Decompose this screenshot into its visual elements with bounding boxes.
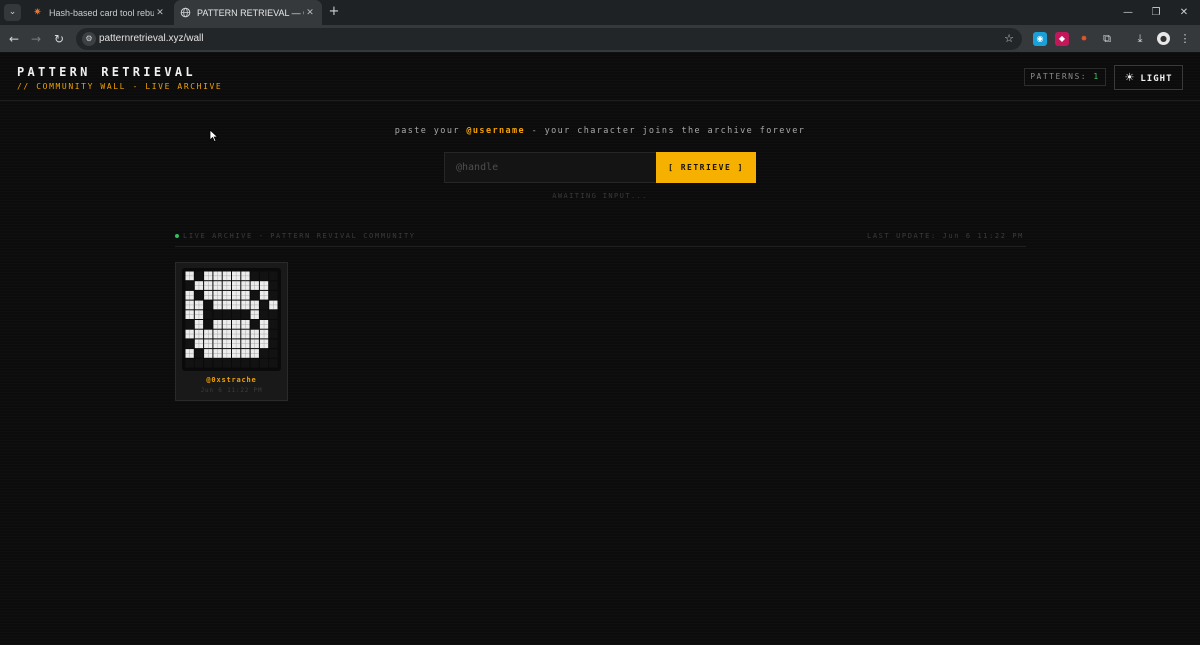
theme-toggle-button[interactable]: ☀ LIGHT (1114, 65, 1183, 90)
live-indicator-dot (175, 234, 179, 238)
site-header: PATTERN RETRIEVAL // COMMUNITY WALL - LI… (0, 54, 1200, 101)
pattern-grid (185, 271, 278, 368)
window-close-icon[interactable]: ✕ (1170, 0, 1198, 25)
site-info-icon[interactable]: ⚙ (82, 32, 96, 46)
pattern-cell (222, 358, 231, 368)
patterns-count-label: PATTERNS: (1030, 72, 1088, 81)
back-button[interactable]: ← (5, 30, 23, 48)
close-icon[interactable]: ✕ (304, 7, 316, 18)
pattern-cell (259, 310, 269, 319)
retrieve-button[interactable]: [ RETRIEVE ] (656, 152, 756, 183)
pattern-cell (185, 339, 194, 349)
pattern-cell (213, 358, 222, 368)
minimize-icon[interactable]: — (1114, 0, 1142, 25)
patterns-count-value: 1 (1093, 72, 1100, 81)
pattern-cell (250, 320, 259, 329)
prompt-username-highlight: @username (466, 126, 526, 136)
pattern-cell (259, 300, 269, 310)
pattern-cell (269, 310, 278, 319)
globe-icon (180, 7, 191, 18)
pattern-cell (241, 310, 250, 319)
sun-icon: ☀ (1124, 71, 1136, 84)
pattern-cell (269, 349, 278, 358)
profile-avatar[interactable]: ● (1157, 32, 1170, 45)
pattern-cell (232, 358, 241, 368)
pattern-cell (194, 349, 204, 358)
page-title: PATTERN RETRIEVAL (17, 65, 196, 79)
mouse-cursor-icon (209, 129, 219, 143)
download-icon[interactable]: ⤓ (1131, 30, 1149, 48)
pattern-cell (269, 290, 278, 300)
page-subtitle: // COMMUNITY WALL - LIVE ARCHIVE (17, 82, 223, 91)
last-update-text: LAST UPDATE: Jun 6 11:22 PM (867, 232, 1024, 240)
pattern-cell (269, 339, 278, 349)
forward-button[interactable]: → (27, 30, 45, 48)
pattern-cell (204, 310, 213, 319)
patterns-count-badge: PATTERNS: 1 (1024, 68, 1106, 86)
pattern-card[interactable]: @0xstrache Jun 6 11:22 PM (175, 262, 288, 401)
pattern-cell (222, 310, 231, 319)
pattern-cell (232, 310, 241, 319)
pattern-cell (185, 281, 194, 290)
reload-button[interactable]: ↻ (50, 30, 68, 48)
handle-input[interactable] (444, 152, 656, 183)
pattern-cell (269, 358, 278, 368)
archive-label: LIVE ARCHIVE - PATTERN REVIVAL COMMUNITY (175, 232, 416, 240)
prompt-text: paste your (394, 126, 467, 136)
restore-icon[interactable]: ❐ (1142, 0, 1170, 25)
pattern-cell (185, 320, 194, 329)
pattern-cell (259, 358, 269, 368)
close-icon[interactable]: ✕ (154, 7, 166, 18)
tab-title: Hash-based card tool rebuild - (49, 7, 154, 18)
status-text: AWAITING INPUT... (552, 192, 648, 200)
browser-tabstrip: ⌄ ✷ Hash-based card tool rebuild - ✕ PAT… (0, 0, 1200, 25)
divider (175, 246, 1026, 247)
url-text: patternretrieval.xyz/wall (99, 33, 204, 44)
pattern-cell (194, 290, 204, 300)
pattern-cell (259, 349, 269, 358)
extension-icon[interactable]: ◉ (1033, 32, 1047, 46)
card-date: Jun 6 11:22 PM (200, 387, 263, 394)
sparkle-icon: ✷ (33, 7, 42, 18)
retrieve-prompt: paste your @username - your character jo… (0, 126, 1200, 136)
prompt-text: - your character joins the archive forev… (525, 126, 806, 136)
extensions-puzzle-icon[interactable]: ⧉ (1098, 30, 1116, 48)
pattern-cell (250, 271, 259, 281)
pattern-cell (250, 290, 259, 300)
extension-icon[interactable]: ✸ (1077, 32, 1091, 46)
address-bar[interactable]: ⚙ patternretrieval.xyz/wall ☆ (76, 28, 1022, 50)
pattern-cell (250, 358, 259, 368)
pattern-cell (194, 358, 204, 368)
archive-label-text: LIVE ARCHIVE - PATTERN REVIVAL COMMUNITY (183, 232, 416, 240)
pattern-cell (259, 271, 269, 281)
pattern-cell (204, 358, 213, 368)
pattern-cell (194, 271, 204, 281)
bookmark-star-icon[interactable]: ☆ (1004, 28, 1014, 50)
pattern-cell (269, 271, 278, 281)
card-handle: @0xstrache (206, 376, 257, 384)
pattern-cell (269, 329, 278, 339)
tab-title: PATTERN RETRIEVAL — Commu (197, 7, 304, 18)
pattern-cell (269, 320, 278, 329)
tab-search-icon[interactable]: ⌄ (4, 4, 21, 21)
new-tab-button[interactable]: + (326, 4, 342, 20)
pattern-cell (241, 358, 250, 368)
menu-kebab-icon[interactable]: ⋮ (1176, 30, 1194, 48)
browser-toolbar: ← → ↻ ⚙ patternretrieval.xyz/wall ☆ ◉ ◆ … (0, 25, 1200, 53)
pattern-cell (204, 300, 213, 310)
pattern-cell (213, 310, 222, 319)
browser-tab[interactable]: ✷ Hash-based card tool rebuild - ✕ (26, 0, 172, 25)
page: PATTERN RETRIEVAL // COMMUNITY WALL - LI… (0, 54, 1200, 645)
pattern-art (182, 268, 281, 371)
pattern-cell (269, 281, 278, 290)
pattern-cell (204, 320, 213, 329)
browser-tab-active[interactable]: PATTERN RETRIEVAL — Commu ✕ (174, 0, 322, 25)
extension-icon[interactable]: ◆ (1055, 32, 1069, 46)
theme-toggle-label: LIGHT (1140, 74, 1173, 84)
pattern-cell (185, 358, 194, 368)
